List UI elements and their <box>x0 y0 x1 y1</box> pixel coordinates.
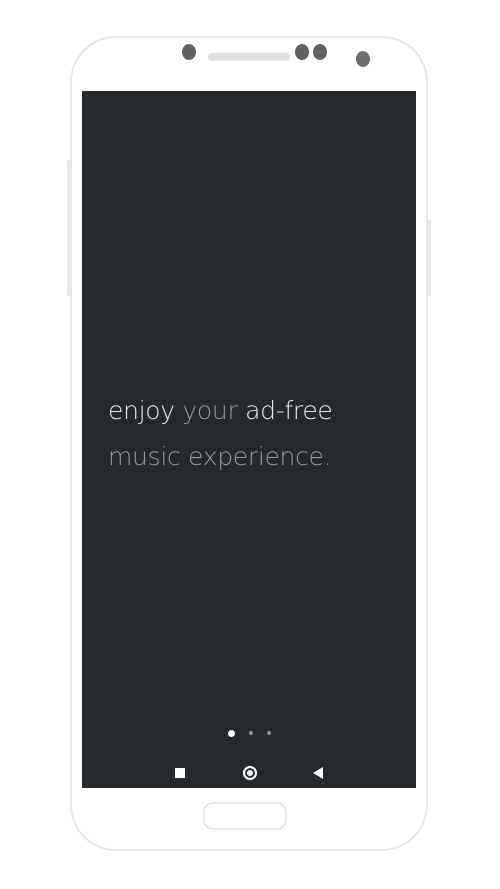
onboarding-headline: enjoy your ad-free music experience. <box>108 388 398 480</box>
home-icon <box>243 766 257 780</box>
proximity-sensor-icon <box>356 51 370 67</box>
system-navigation-bar <box>82 761 416 785</box>
back-icon <box>313 767 323 779</box>
recents-button[interactable] <box>170 761 190 785</box>
page-indicator-dot-active[interactable] <box>227 729 235 737</box>
front-camera-icon <box>182 44 196 60</box>
sensor-icon <box>313 44 327 60</box>
headline-word-ad-free: ad-free <box>245 396 333 425</box>
device-power-button <box>428 220 431 296</box>
page-indicator-dot[interactable] <box>248 731 253 735</box>
recents-icon <box>175 768 185 778</box>
device-home-button <box>203 802 287 830</box>
page-indicator-dot[interactable] <box>266 731 271 735</box>
page-indicator <box>82 729 416 737</box>
headline-word-enjoy: enjoy <box>108 396 175 425</box>
earpiece-speaker <box>208 53 290 61</box>
headline-word-your: your <box>182 396 238 425</box>
onboarding-screen[interactable]: enjoy your ad-free music experience. <box>82 91 416 788</box>
back-button[interactable] <box>308 761 328 785</box>
sensor-icon <box>295 44 309 60</box>
home-nav-button[interactable] <box>240 761 260 785</box>
headline-line-two: music experience. <box>108 442 332 471</box>
mockup-page: enjoy your ad-free music experience. <box>0 0 500 889</box>
